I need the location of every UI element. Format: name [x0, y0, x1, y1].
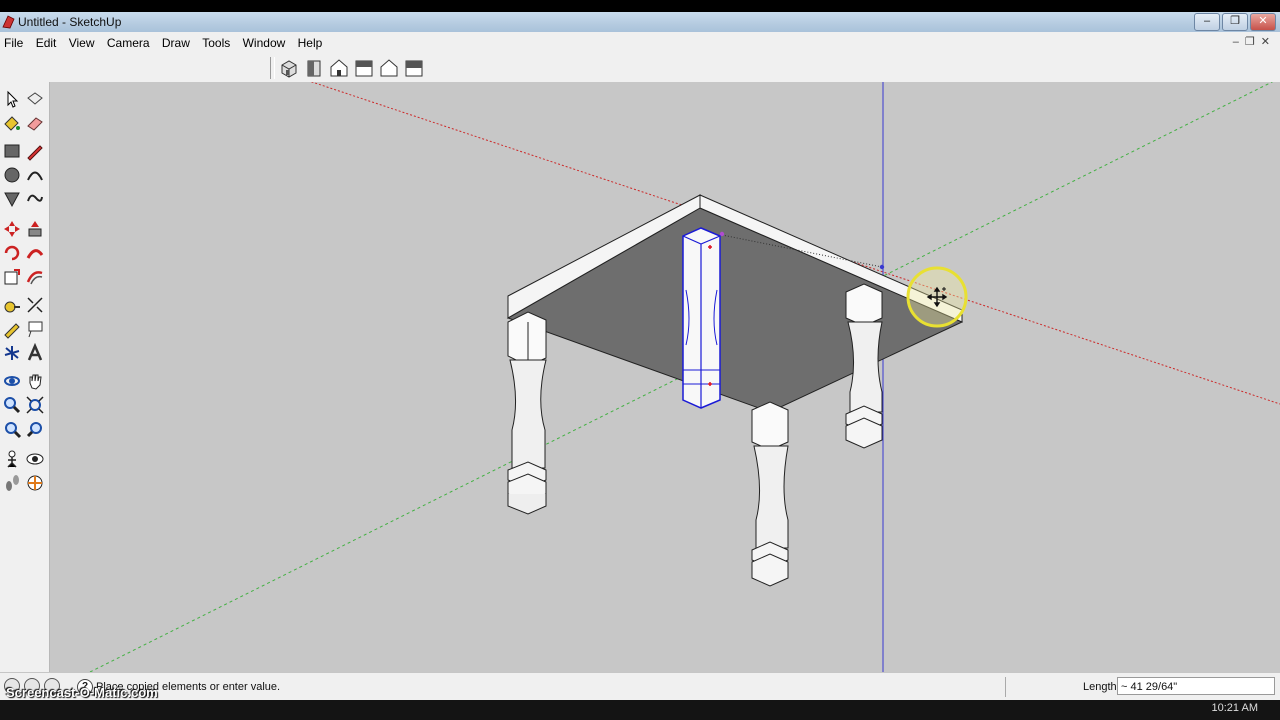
- offset-icon[interactable]: [25, 267, 45, 287]
- paint-bucket-icon[interactable]: [2, 113, 22, 133]
- make-component-icon[interactable]: [25, 89, 45, 109]
- arc-icon[interactable]: [25, 165, 45, 185]
- top-view-icon[interactable]: [303, 57, 325, 79]
- position-camera-icon[interactable]: [2, 449, 22, 469]
- menu-window[interactable]: Window: [239, 32, 290, 50]
- table-underside: [506, 207, 964, 413]
- modeling-viewport[interactable]: [50, 82, 1280, 672]
- follow-me-icon[interactable]: [25, 243, 45, 263]
- menu-help[interactable]: Help: [294, 32, 327, 50]
- freehand-icon[interactable]: [25, 189, 45, 209]
- tools-sidebar: [0, 82, 50, 672]
- back-view-icon[interactable]: [378, 57, 400, 79]
- orbit-icon[interactable]: [2, 371, 22, 391]
- menu-view[interactable]: View: [65, 32, 99, 50]
- walk-icon[interactable]: [2, 473, 22, 493]
- menu-draw[interactable]: Draw: [158, 32, 194, 50]
- axes-icon[interactable]: [2, 343, 22, 363]
- text-label-icon[interactable]: [25, 319, 45, 339]
- menu-bar: File Edit View Camera Draw Tools Window …: [0, 32, 1280, 54]
- mdi-controls[interactable]: –❐✕: [1233, 35, 1276, 48]
- minimize-button[interactable]: –: [1194, 13, 1220, 31]
- status-separator: [1005, 677, 1006, 697]
- measurements-label: Length: [1083, 681, 1117, 693]
- dimension-icon[interactable]: [25, 295, 45, 315]
- scene-drawing: [89, 82, 1280, 672]
- right-view-icon[interactable]: [353, 57, 375, 79]
- front-view-icon[interactable]: [328, 57, 350, 79]
- zoom-window-icon[interactable]: [25, 395, 45, 415]
- section-plane-icon[interactable]: [25, 473, 45, 493]
- windows-taskbar: 10:21 AM: [0, 700, 1280, 720]
- rotate-icon[interactable]: [2, 243, 22, 263]
- zoom-extents-icon[interactable]: [2, 419, 22, 439]
- previous-view-icon[interactable]: [25, 419, 45, 439]
- tape-measure-icon[interactable]: [2, 295, 22, 315]
- views-toolbar: [0, 54, 1280, 83]
- zoom-icon[interactable]: [2, 395, 22, 415]
- title-bar: Untitled - SketchUp – ❐ ✕: [0, 12, 1280, 32]
- rectangle-icon[interactable]: [2, 141, 22, 161]
- selected-copied-leg[interactable]: [682, 227, 721, 409]
- move-icon[interactable]: [2, 219, 22, 239]
- eraser-icon[interactable]: [25, 113, 45, 133]
- look-around-icon[interactable]: [25, 449, 45, 469]
- iso-view-icon[interactable]: [278, 57, 300, 79]
- table-leg-left: [507, 311, 547, 515]
- menu-edit[interactable]: Edit: [32, 32, 61, 50]
- protractor-icon[interactable]: [2, 319, 22, 339]
- window-title: Untitled - SketchUp: [18, 15, 122, 29]
- pencil-line-icon[interactable]: [25, 141, 45, 161]
- polygon-icon[interactable]: [2, 189, 22, 209]
- pan-hand-icon[interactable]: [25, 371, 45, 391]
- select-arrow-icon[interactable]: [2, 89, 22, 109]
- close-button[interactable]: ✕: [1250, 13, 1276, 31]
- sketchup-app-icon: [2, 15, 15, 29]
- menu-file[interactable]: File: [0, 32, 27, 50]
- circle-icon[interactable]: [2, 165, 22, 185]
- table-leg-front: [751, 401, 789, 587]
- endpoint-marker: [879, 264, 885, 270]
- menu-camera[interactable]: Camera: [103, 32, 154, 50]
- toolbar-grip[interactable]: [270, 57, 275, 79]
- system-clock: 10:21 AM: [1211, 702, 1258, 714]
- scale-icon[interactable]: [2, 267, 22, 287]
- status-bar: ? Place copied elements or enter value. …: [0, 672, 1280, 701]
- menu-tools[interactable]: Tools: [198, 32, 234, 50]
- screencast-watermark: Screencast-O-Matic.com: [6, 685, 158, 700]
- left-view-icon[interactable]: [403, 57, 425, 79]
- measurements-input[interactable]: ~ 41 29/64": [1117, 677, 1275, 695]
- 3d-text-icon[interactable]: [25, 342, 45, 363]
- push-pull-icon[interactable]: [25, 219, 45, 239]
- maximize-button[interactable]: ❐: [1222, 13, 1248, 31]
